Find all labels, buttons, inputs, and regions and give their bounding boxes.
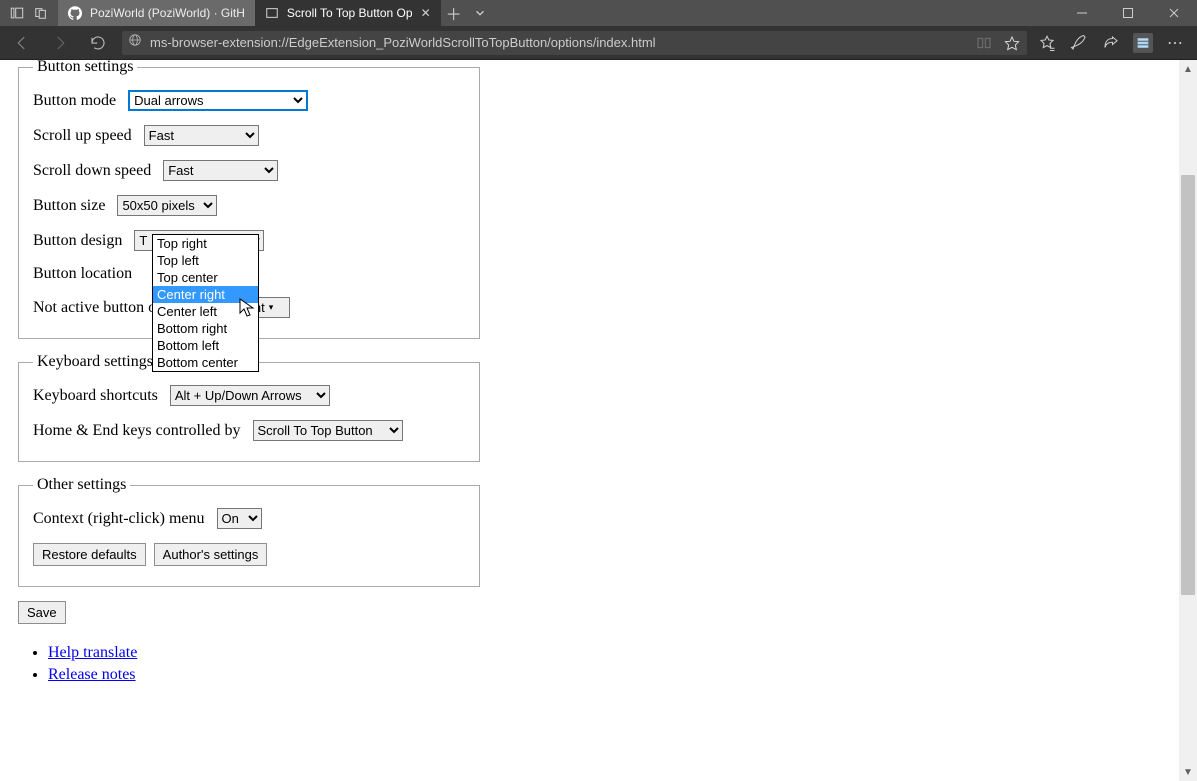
scroll-down-speed-select[interactable]: Fast <box>163 160 278 181</box>
authors-settings-button[interactable]: Author's settings <box>154 543 268 566</box>
context-menu-label: Context (right-click) menu <box>33 510 205 528</box>
favorites-list-icon[interactable] <box>1037 33 1057 53</box>
button-location-option[interactable]: Bottom left <box>153 337 258 354</box>
scroll-up-arrow-icon[interactable]: ▲ <box>1179 60 1197 78</box>
context-menu-select[interactable]: On <box>217 508 262 529</box>
other-settings-legend: Other settings <box>33 476 130 494</box>
tab-scroll-to-top-options[interactable]: Scroll To Top Button Op ✕ <box>255 0 441 26</box>
tab-overflow-button[interactable] <box>467 0 493 26</box>
cursor-icon <box>239 298 255 323</box>
notes-icon[interactable] <box>1069 33 1089 53</box>
url-text: ms-browser-extension://EdgeExtension_Poz… <box>150 35 656 50</box>
browser-chrome: PoziWorld (PoziWorld) · GitH Scroll To T… <box>0 0 1197 59</box>
button-location-label: Button location <box>33 265 132 283</box>
button-location-option[interactable]: Top right <box>153 235 258 252</box>
titlebar-left-icons <box>0 0 58 26</box>
button-size-label: Button size <box>33 197 105 215</box>
vertical-scrollbar[interactable]: ▲ ▼ <box>1179 60 1197 781</box>
not-active-opacity-label: Not active button o <box>33 299 156 317</box>
keyboard-settings-legend: Keyboard settings <box>33 353 157 371</box>
restore-defaults-button[interactable]: Restore defaults <box>33 543 146 566</box>
home-end-keys-label: Home & End keys controlled by <box>33 422 241 440</box>
button-location-option[interactable]: Bottom center <box>153 354 258 371</box>
keyboard-shortcuts-select[interactable]: Alt + Up/Down Arrows <box>170 385 330 406</box>
other-settings-group: Other settings Context (right-click) men… <box>18 476 480 587</box>
tab-poziworld-github[interactable]: PoziWorld (PoziWorld) · GitH <box>58 0 255 26</box>
github-icon <box>68 6 82 20</box>
minimize-button[interactable] <box>1059 0 1105 26</box>
button-size-select[interactable]: 50x50 pixels <box>117 195 217 216</box>
url-box[interactable]: ms-browser-extension://EdgeExtension_Poz… <box>122 31 1027 55</box>
reading-view-icon[interactable] <box>975 34 993 52</box>
address-bar: ms-browser-extension://EdgeExtension_Poz… <box>0 26 1197 59</box>
tab-label: Scroll To Top Button Op <box>287 6 413 20</box>
new-tab-button[interactable]: ＋ <box>441 0 467 26</box>
share-icon[interactable] <box>1101 33 1121 53</box>
scrollbar-thumb[interactable] <box>1181 175 1195 595</box>
nav-forward-button[interactable] <box>46 29 74 57</box>
extension-page-icon <box>265 6 279 20</box>
help-translate-link[interactable]: Help translate <box>48 644 137 661</box>
footer-links: Help translate Release notes <box>18 642 1161 685</box>
favorite-star-icon[interactable] <box>1003 34 1021 52</box>
tab-label: PoziWorld (PoziWorld) · GitH <box>90 6 245 20</box>
scroll-down-speed-label: Scroll down speed <box>33 162 151 180</box>
maximize-button[interactable] <box>1105 0 1151 26</box>
site-info-icon[interactable] <box>128 33 142 52</box>
refresh-button[interactable] <box>84 29 112 57</box>
page-viewport: Button settings Button mode Dual arrows … <box>0 59 1197 781</box>
button-mode-label: Button mode <box>33 92 116 110</box>
button-location-option[interactable]: Top left <box>153 252 258 269</box>
scroll-up-speed-label: Scroll up speed <box>33 127 132 145</box>
extension-options-page: Button settings Button mode Dual arrows … <box>0 60 1179 781</box>
release-notes-link[interactable]: Release notes <box>48 666 136 683</box>
scroll-up-speed-select[interactable]: Fast <box>144 125 259 146</box>
save-button[interactable]: Save <box>18 601 66 624</box>
close-window-button[interactable] <box>1151 0 1197 26</box>
home-end-keys-select[interactable]: Scroll To Top Button <box>253 420 403 441</box>
scroll-down-arrow-icon[interactable]: ▼ <box>1179 763 1197 781</box>
button-design-label: Button design <box>33 232 122 250</box>
tab-strip: PoziWorld (PoziWorld) · GitH Scroll To T… <box>58 0 441 26</box>
button-mode-select[interactable]: Dual arrows <box>128 90 308 111</box>
url-actions <box>975 34 1021 52</box>
button-location-option[interactable]: Top center <box>153 269 258 286</box>
nav-back-button[interactable] <box>8 29 36 57</box>
toolbar-right-actions: ⋯ <box>1037 33 1189 53</box>
list-item: Help translate <box>48 642 1161 664</box>
close-tab-icon[interactable]: ✕ <box>421 6 431 20</box>
list-item: Release notes <box>48 664 1161 686</box>
hub-icon[interactable] <box>1133 33 1153 53</box>
title-bar: PoziWorld (PoziWorld) · GitH Scroll To T… <box>0 0 1197 26</box>
show-set-aside-tabs-icon[interactable] <box>34 6 48 20</box>
keyboard-shortcuts-label: Keyboard shortcuts <box>33 387 158 405</box>
set-aside-tabs-icon[interactable] <box>10 6 24 20</box>
button-settings-legend: Button settings <box>33 59 137 76</box>
window-controls <box>1059 0 1197 26</box>
more-icon[interactable]: ⋯ <box>1165 33 1185 53</box>
